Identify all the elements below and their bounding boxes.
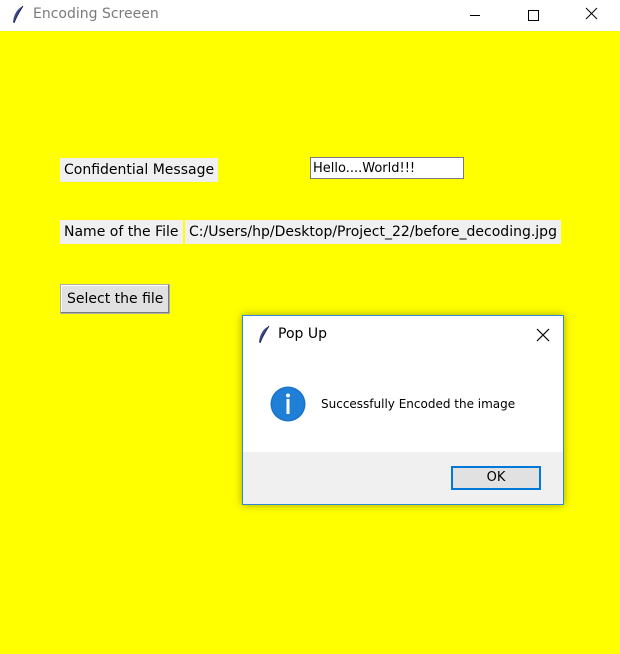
popup-dialog: Pop Up Successfully Encoded the image OK <box>242 315 564 505</box>
maximize-button[interactable] <box>510 0 556 31</box>
dialog-message: Successfully Encoded the image <box>321 397 516 411</box>
dialog-feather-icon <box>257 325 271 350</box>
dialog-footer: OK <box>243 452 563 504</box>
close-button[interactable] <box>568 0 614 31</box>
select-file-button[interactable]: Select the file <box>60 284 171 314</box>
dialog-close-icon[interactable] <box>527 320 559 348</box>
confidential-message-label: Confidential Message <box>60 158 219 182</box>
title-bar: Encoding Screeen <box>0 0 620 31</box>
file-path-value: C:/Users/hp/Desktop/Project_22/before_de… <box>185 220 561 244</box>
message-input[interactable]: Hello....World!!! <box>310 157 464 179</box>
app-feather-icon <box>11 5 25 30</box>
info-icon <box>270 386 306 422</box>
ok-button[interactable]: OK <box>451 466 541 490</box>
file-name-label: Name of the File <box>60 220 183 244</box>
minimize-button[interactable] <box>452 0 498 31</box>
window-title: Encoding Screeen <box>33 6 159 22</box>
dialog-title: Pop Up <box>278 326 327 342</box>
